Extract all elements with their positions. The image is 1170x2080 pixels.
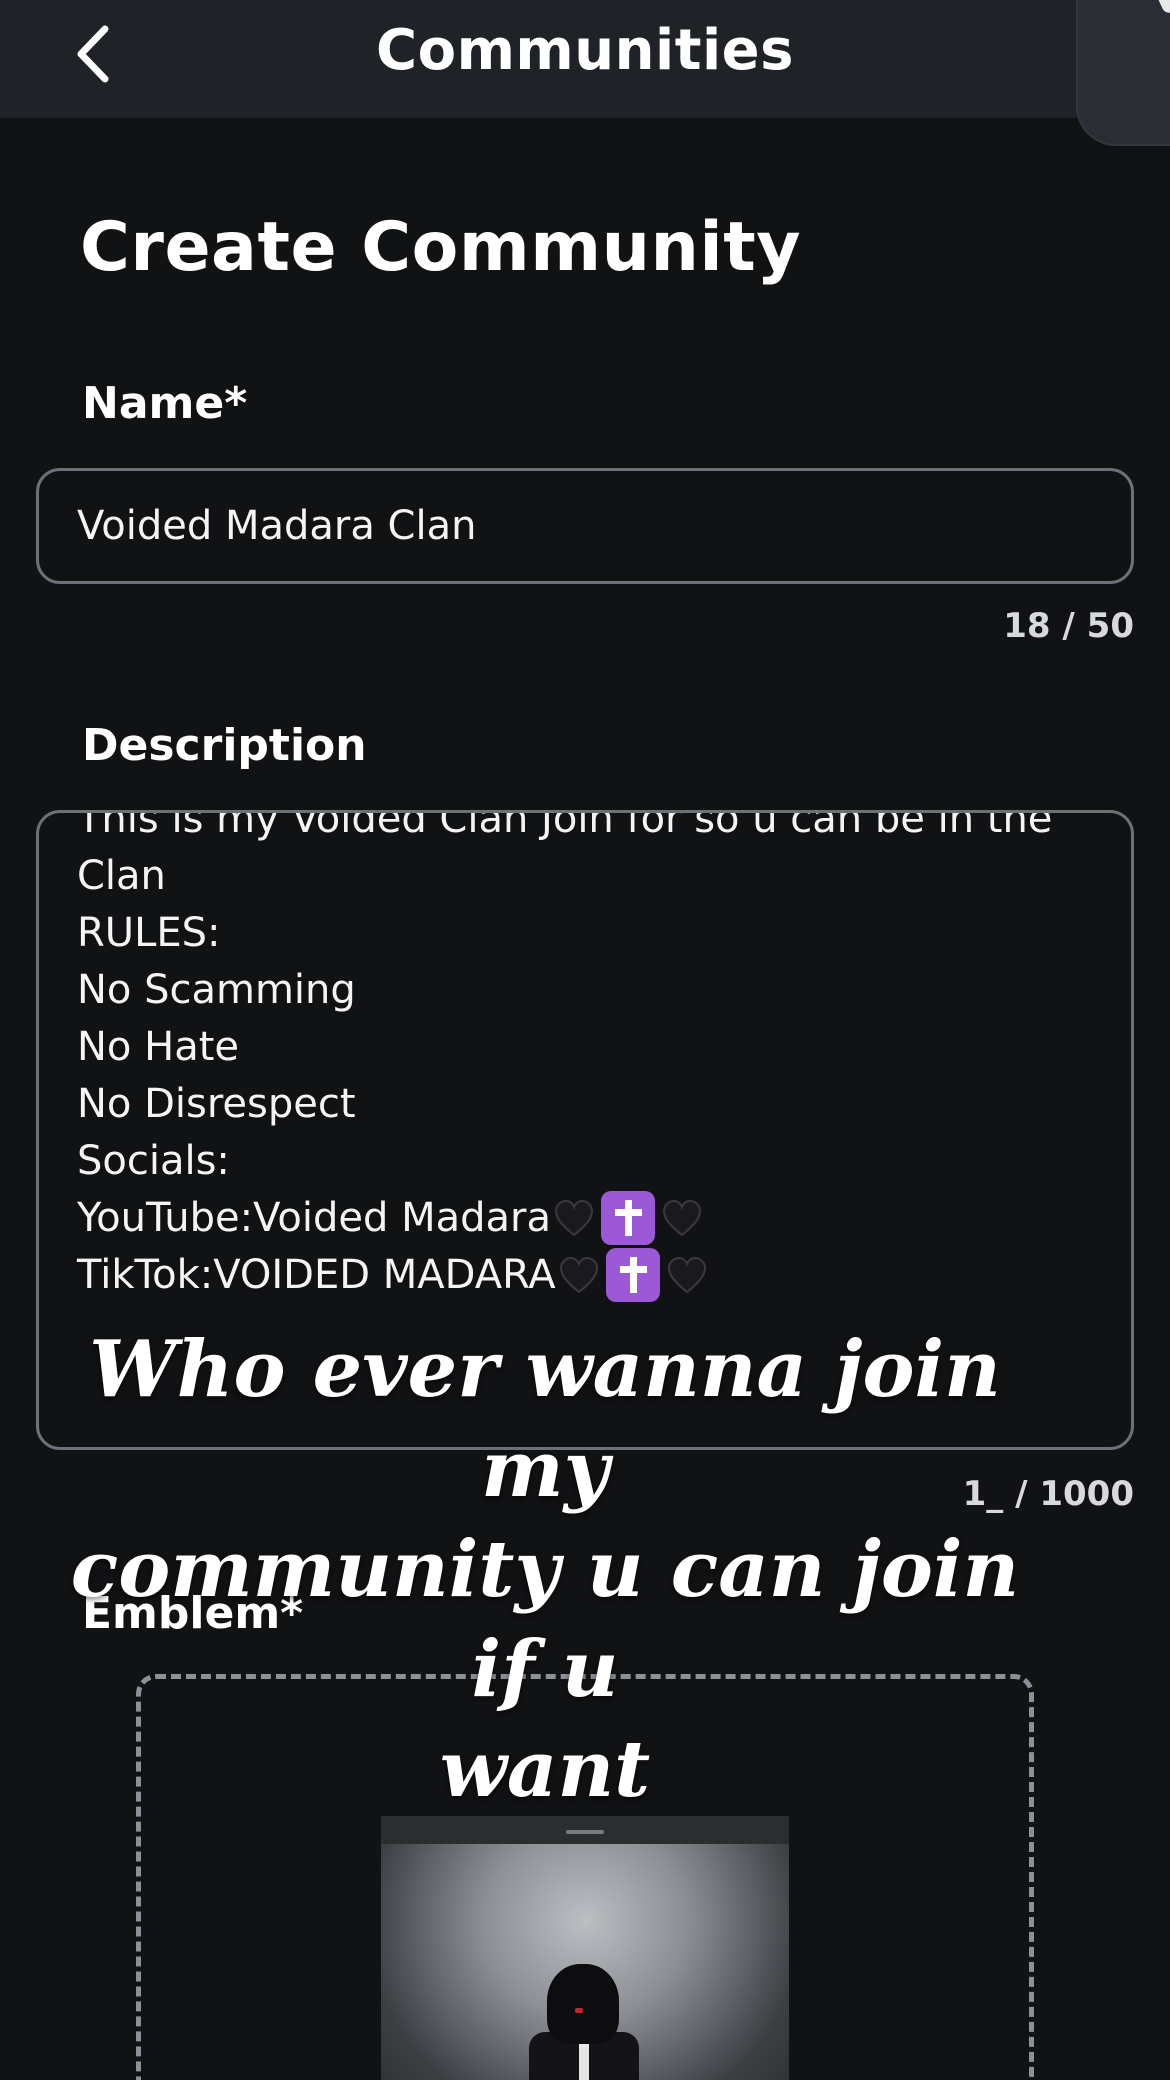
description-text: This is my Voided Clan Join for so u can…	[77, 810, 1053, 1304]
caption-line: want	[439, 1724, 651, 1815]
description-line: Clan	[77, 853, 166, 899]
black-heart-icon	[559, 1256, 598, 1294]
youtube-line: YouTube:Voided Madara	[77, 1190, 1052, 1247]
top-bar: Communities	[0, 0, 1170, 146]
name-input[interactable]	[36, 468, 1134, 584]
overlay-caption: Who ever wanna join my community u can j…	[40, 1320, 1050, 1820]
tiktok-line: TikTok:VOIDED MADARA	[77, 1247, 1052, 1304]
tiktok-text: TikTok:VOIDED MADARA	[77, 1252, 556, 1298]
description-line: RULES:	[77, 910, 221, 956]
description-line: No Hate	[77, 1024, 239, 1070]
description-line: This is my Voided Clan Join for so u can…	[77, 810, 1053, 842]
description-line: Socials:	[77, 1138, 230, 1184]
image-top-bar	[381, 1816, 789, 1844]
emblem-preview-image[interactable]	[381, 1816, 789, 2080]
youtube-text: YouTube:Voided Madara	[77, 1195, 551, 1241]
name-label: Name*	[82, 378, 248, 429]
page-title: Communities	[376, 18, 794, 83]
description-line: No Scamming	[77, 967, 356, 1013]
avatar-shirt	[579, 2038, 589, 2080]
black-heart-icon	[662, 1199, 701, 1237]
description-label: Description	[82, 720, 367, 771]
corner-stroke	[1147, 0, 1170, 15]
latin-cross-icon	[600, 1191, 655, 1245]
name-char-counter: 18 / 50	[1003, 606, 1134, 646]
caption-line: community u can join if u	[70, 1524, 1020, 1715]
form-heading: Create Community	[80, 208, 802, 287]
black-heart-icon	[554, 1199, 593, 1237]
drag-handle	[566, 1830, 604, 1834]
description-line: No Disrespect	[77, 1081, 356, 1127]
latin-cross-icon	[605, 1248, 660, 1302]
avatar-head	[547, 1964, 619, 2044]
corner-decoration	[1076, 0, 1170, 146]
avatar-eye	[575, 2008, 583, 2013]
black-heart-icon	[667, 1256, 706, 1294]
create-community-screen: Communities Create Community Name* 18 / …	[0, 0, 1170, 2080]
caption-line: Who ever wanna join my	[89, 1324, 1001, 1515]
